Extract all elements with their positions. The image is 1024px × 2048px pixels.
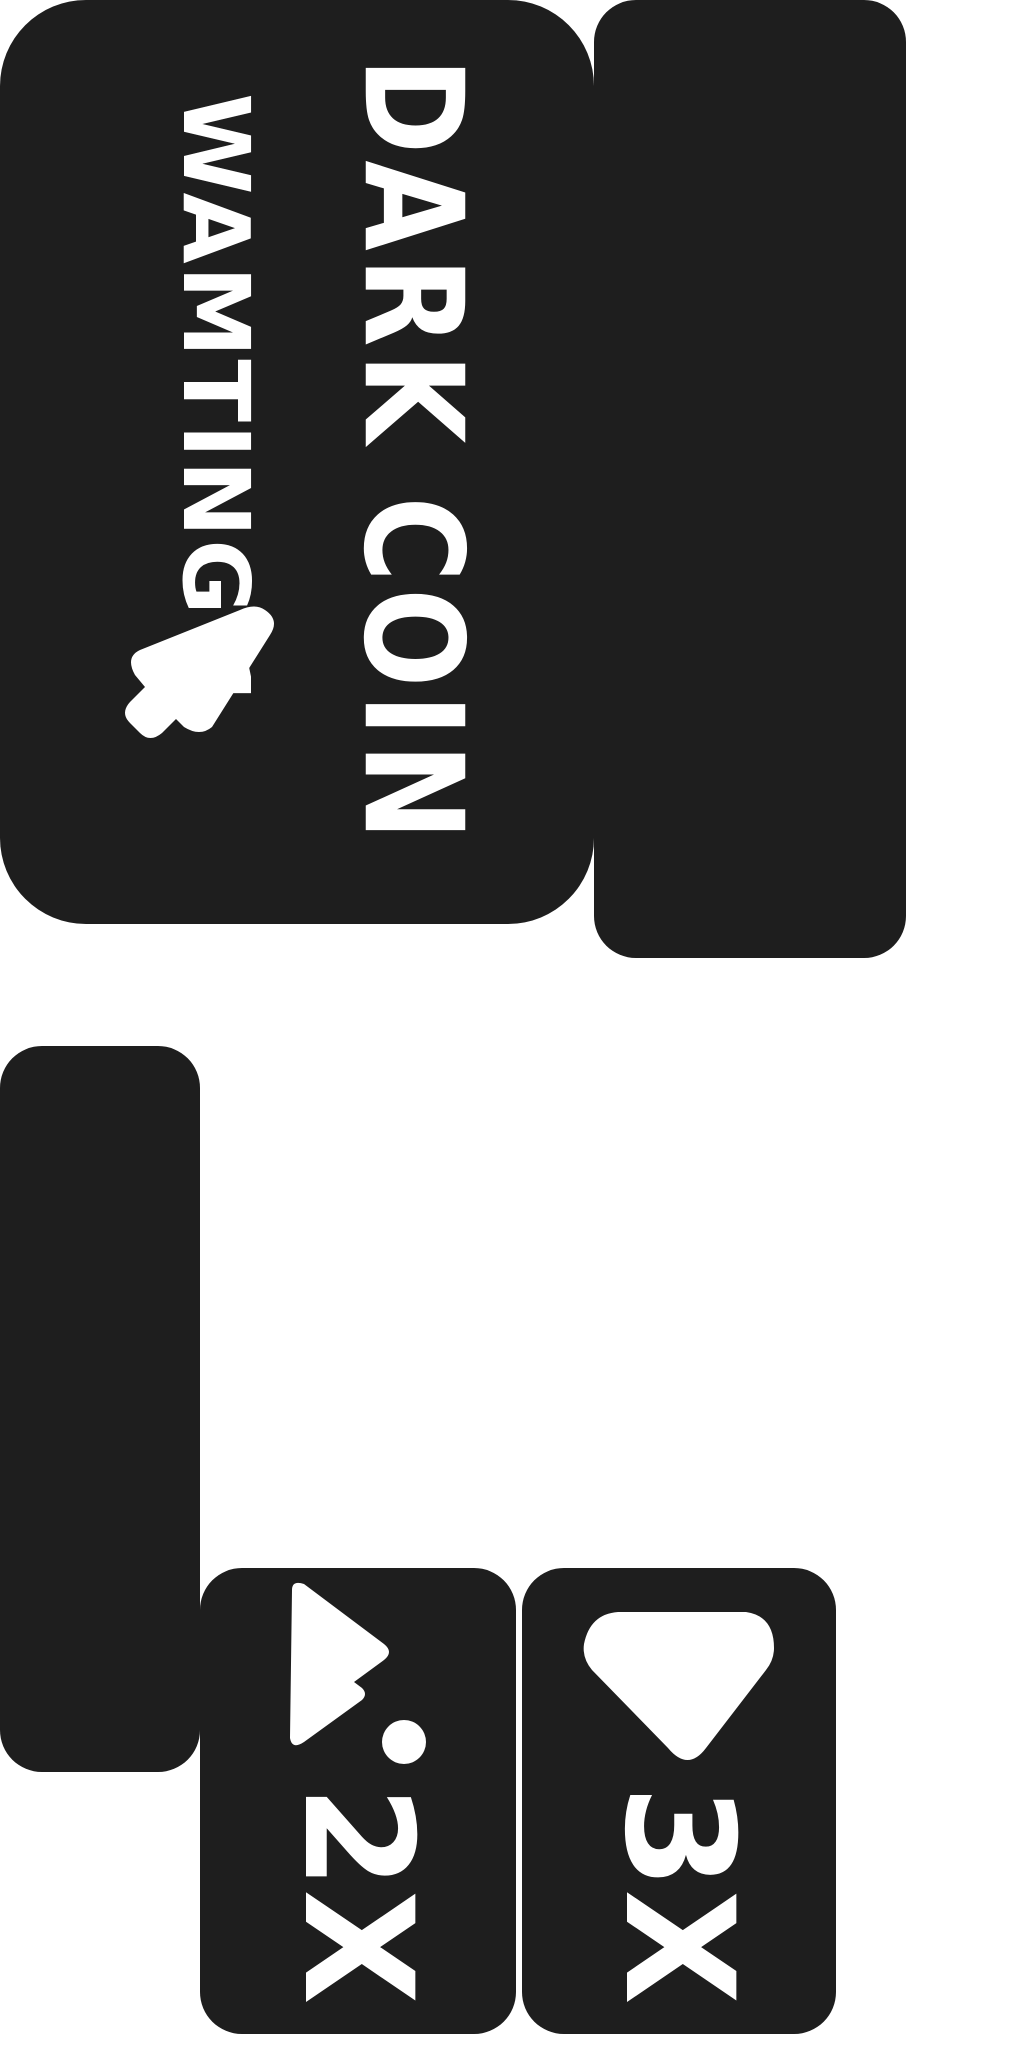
side-panel [594, 0, 906, 958]
down-triangle-icon [583, 1612, 774, 1760]
title-card: DARK COIN WAMTING 1 [0, 0, 594, 924]
game-title: DARK COIN [333, 57, 493, 847]
cursor-arrow-icon [125, 606, 274, 738]
booster-2x-label: 2X [270, 1784, 444, 2006]
booster-3x-label: 3X [591, 1784, 765, 2006]
play-dot-icon [290, 1582, 426, 1764]
left-strip-panel [0, 1046, 200, 1772]
